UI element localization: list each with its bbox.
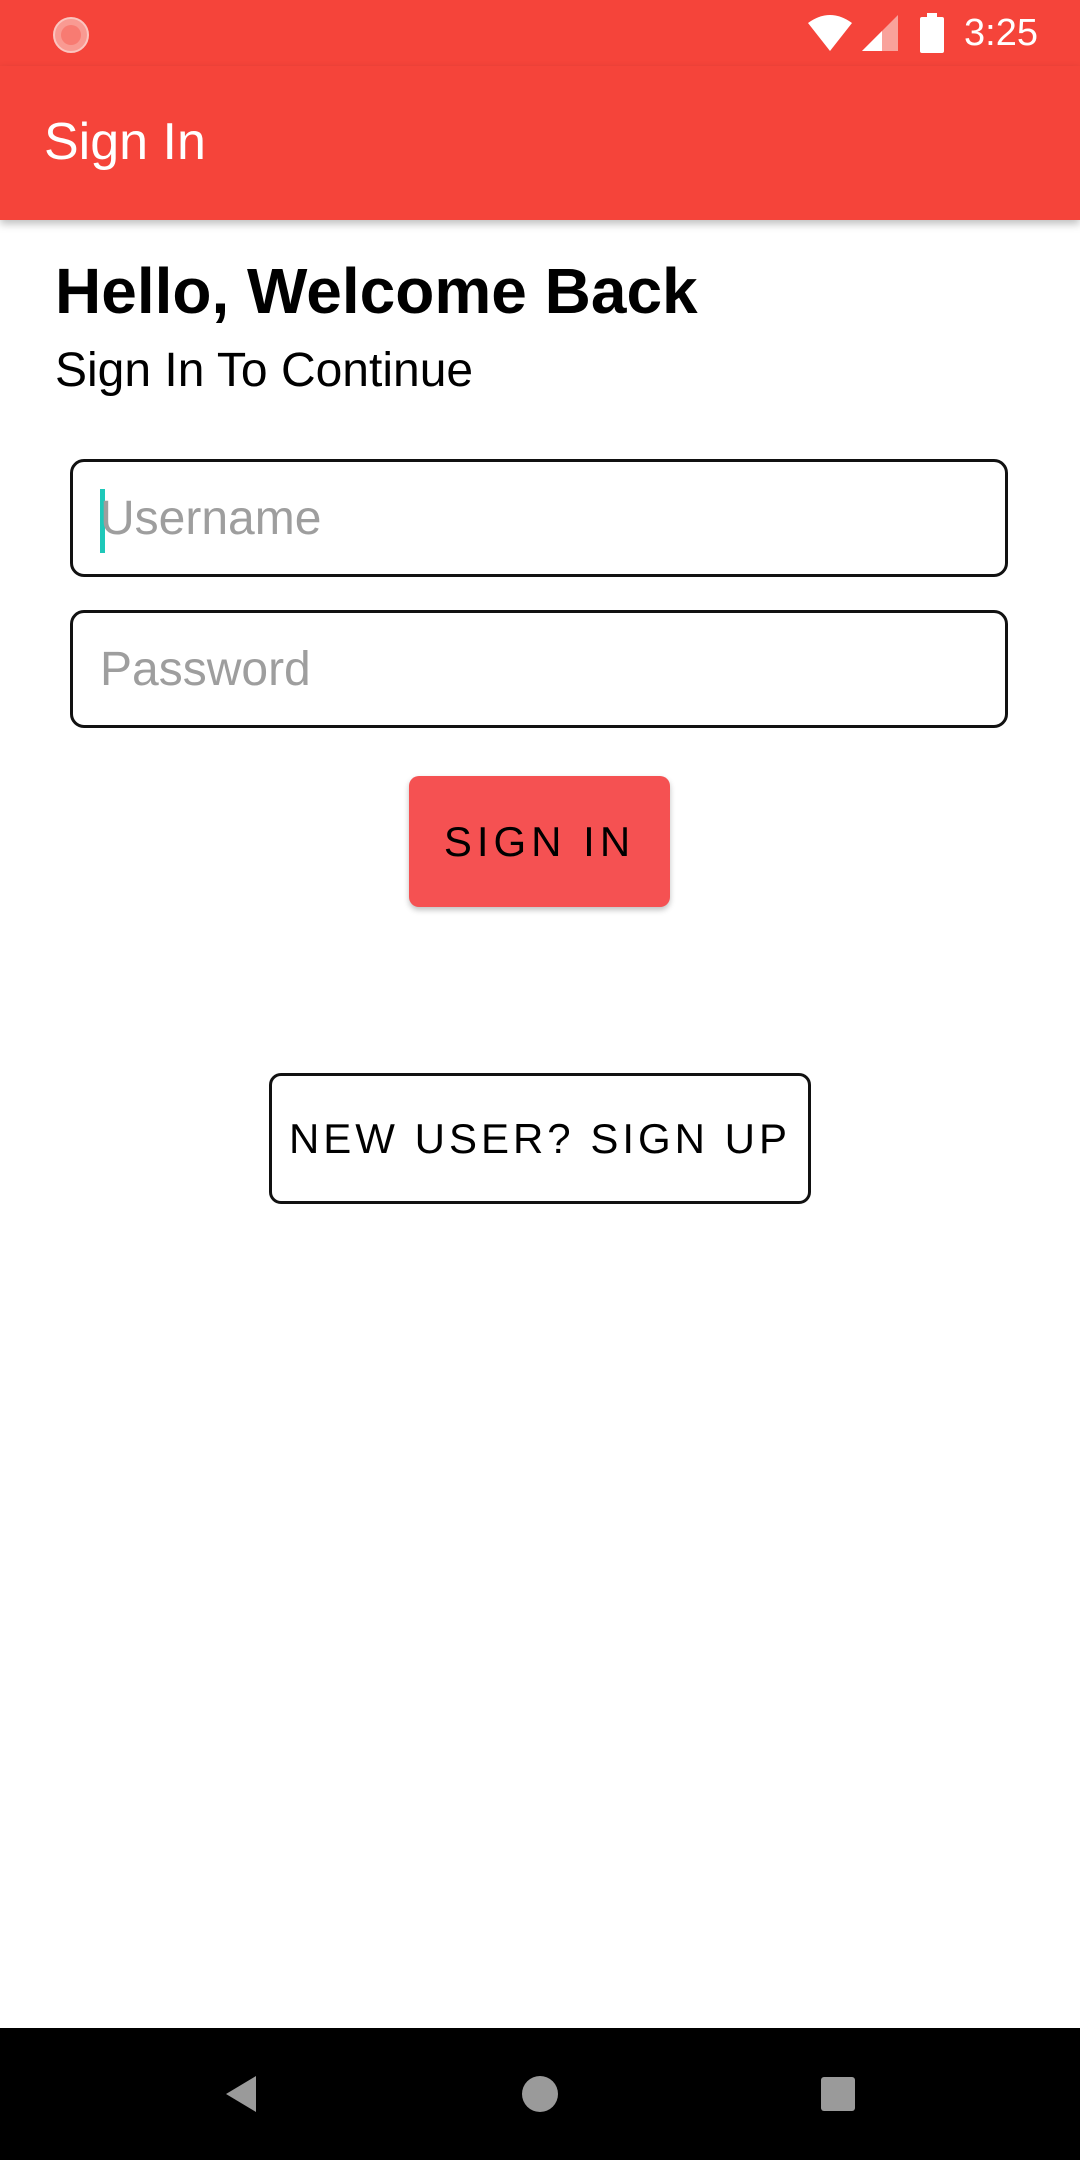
- password-field[interactable]: [70, 610, 1008, 728]
- welcome-subheading: Sign In To Continue: [55, 344, 474, 397]
- battery-icon: [920, 13, 945, 53]
- password-input[interactable]: [100, 613, 980, 725]
- sign-up-button[interactable]: NEW USER? SIGN UP: [269, 1073, 811, 1204]
- recents-icon[interactable]: [806, 2062, 870, 2126]
- app-notification-icon: [53, 17, 89, 53]
- back-icon[interactable]: [210, 2062, 274, 2126]
- cell-signal-icon: [862, 15, 899, 51]
- sign-in-button[interactable]: SIGN IN: [409, 776, 670, 907]
- status-time: 3:25: [964, 11, 1038, 54]
- app-toolbar: Sign In: [0, 66, 1080, 220]
- wifi-icon: [808, 15, 853, 51]
- sign-in-screen: 3:25 Sign In Hello, Welcome Back Sign In…: [0, 0, 1080, 2160]
- home-icon[interactable]: [508, 2062, 572, 2126]
- username-input[interactable]: [100, 462, 980, 574]
- status-bar: 3:25: [0, 0, 1080, 66]
- welcome-heading: Hello, Welcome Back: [55, 255, 698, 327]
- status-icons: 3:25: [806, 8, 1038, 58]
- username-field[interactable]: [70, 459, 1008, 577]
- toolbar-title: Sign In: [44, 113, 206, 171]
- navigation-bar: [0, 2028, 1080, 2160]
